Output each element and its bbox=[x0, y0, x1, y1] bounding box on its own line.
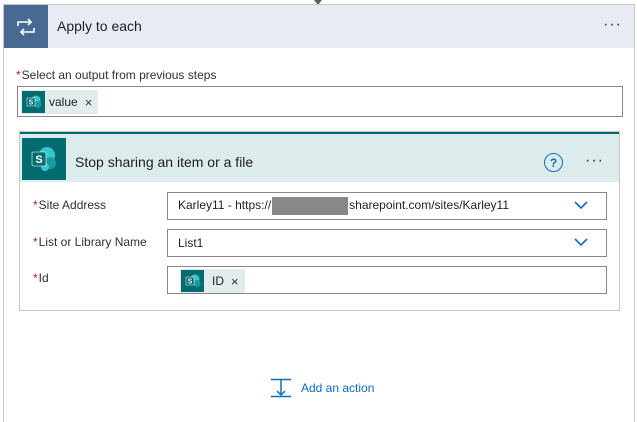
site-address-value-prefix: Karley11 - https:// bbox=[178, 198, 272, 213]
svg-text:S: S bbox=[28, 100, 33, 107]
help-icon[interactable]: ? bbox=[544, 153, 563, 172]
list-library-label: *List or Library Name bbox=[33, 235, 147, 249]
stop-sharing-action-header[interactable]: S Stop sharing an item or a file ? ··· bbox=[20, 132, 619, 182]
site-address-dropdown[interactable]: Karley11 - https:// sharepoint.com/sites/… bbox=[167, 192, 607, 220]
svg-text:S: S bbox=[35, 154, 42, 166]
site-address-label-text: Site Address bbox=[38, 198, 107, 212]
add-action-icon bbox=[271, 378, 291, 398]
site-address-value: Karley11 - https:// sharepoint.com/sites/… bbox=[178, 197, 509, 215]
select-output-input[interactable]: S value × bbox=[17, 86, 623, 117]
apply-to-each-card: Apply to each ··· *Select an output from… bbox=[3, 4, 635, 422]
loop-icon bbox=[4, 5, 48, 48]
list-library-dropdown[interactable]: List1 bbox=[167, 229, 607, 257]
redaction-block bbox=[272, 197, 349, 215]
id-token-label: ID bbox=[212, 274, 224, 288]
ellipsis-icon[interactable]: ··· bbox=[603, 17, 622, 33]
required-mark: * bbox=[16, 68, 21, 82]
id-input[interactable]: S ID × bbox=[167, 266, 607, 294]
required-mark: * bbox=[33, 235, 38, 249]
chevron-down-icon[interactable] bbox=[574, 201, 588, 210]
apply-to-each-header[interactable]: Apply to each ··· bbox=[4, 5, 634, 48]
required-mark: * bbox=[33, 198, 38, 212]
site-address-value-suffix: sharepoint.com/sites/Karley11 bbox=[349, 198, 510, 213]
select-output-label-text: Select an output from previous steps bbox=[21, 68, 217, 82]
remove-token-icon[interactable]: × bbox=[231, 274, 239, 289]
id-label: *Id bbox=[33, 271, 49, 285]
svg-text:S: S bbox=[187, 279, 192, 286]
id-label-text: Id bbox=[38, 271, 49, 285]
ellipsis-icon[interactable]: ··· bbox=[585, 153, 604, 169]
action-title: Stop sharing an item or a file bbox=[75, 154, 254, 170]
chevron-down-icon[interactable] bbox=[574, 238, 588, 247]
value-token[interactable]: S value × bbox=[21, 90, 99, 114]
apply-to-each-title: Apply to each bbox=[57, 18, 142, 34]
value-token-label: value bbox=[49, 95, 78, 109]
required-mark: * bbox=[33, 271, 38, 285]
select-output-label: *Select an output from previous steps bbox=[16, 68, 216, 82]
sharepoint-icon: S bbox=[22, 91, 45, 113]
id-token[interactable]: S ID × bbox=[180, 269, 245, 293]
sharepoint-icon: S bbox=[22, 138, 66, 180]
stop-sharing-action-card: S Stop sharing an item or a file ? ··· *… bbox=[19, 131, 620, 311]
add-action-label: Add an action bbox=[301, 381, 375, 395]
sharepoint-icon: S bbox=[181, 270, 204, 292]
list-library-value: List1 bbox=[178, 236, 204, 250]
add-action-button[interactable]: Add an action bbox=[270, 377, 374, 399]
remove-token-icon[interactable]: × bbox=[85, 95, 93, 110]
site-address-label: *Site Address bbox=[33, 198, 106, 212]
list-library-label-text: List or Library Name bbox=[38, 235, 147, 249]
